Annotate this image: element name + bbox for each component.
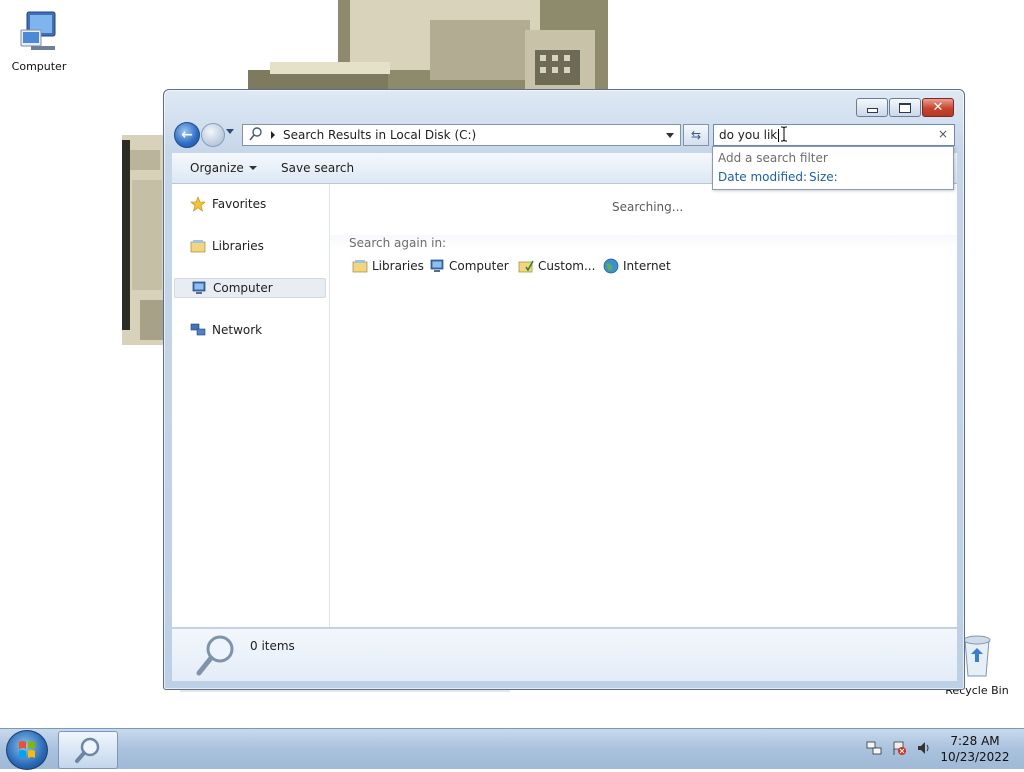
libraries-icon — [352, 258, 368, 274]
filter-size[interactable]: Size: — [809, 170, 838, 184]
refresh-button[interactable]: ⇆ — [683, 124, 709, 146]
search-again-item-label: Custom... — [538, 259, 596, 273]
search-magnifier-icon — [75, 737, 100, 763]
clock-time: 7:28 AM — [950, 734, 1000, 748]
star-icon — [190, 196, 206, 212]
close-icon: ✕ — [932, 100, 944, 115]
search-magnifier-icon — [194, 633, 240, 680]
libraries-icon — [190, 238, 206, 254]
back-button[interactable]: ← — [174, 122, 200, 148]
caption-buttons: ✕ — [855, 98, 954, 117]
nav-item-network[interactable]: Network — [190, 322, 262, 338]
navigation-bar: ← Search Results in Local Disk (C:) ⇆ do… — [172, 121, 957, 149]
taskbar-explorer-search-button[interactable] — [58, 731, 118, 769]
search-again-item-label: Libraries — [372, 259, 424, 273]
search-again-item-label: Computer — [449, 259, 509, 273]
address-dropdown-icon[interactable] — [666, 133, 674, 138]
item-count: 0 items — [250, 639, 295, 653]
search-input-value: do you lik — [719, 128, 778, 142]
results-pane: Searching... Search again in: Libraries … — [330, 184, 957, 627]
taskbar-clock[interactable]: 7:28 AM 10/23/2022 — [940, 733, 1010, 765]
content-area: Favorites Libraries Computer Network Sea… — [172, 184, 957, 627]
close-button[interactable]: ✕ — [922, 98, 954, 117]
nav-item-label: Network — [212, 323, 263, 337]
search-again-item-label: Internet — [623, 259, 671, 273]
search-again-libraries[interactable]: Libraries — [352, 258, 424, 274]
nav-item-label: Favorites — [212, 197, 267, 211]
nav-item-label: Libraries — [212, 239, 264, 253]
maximize-icon — [899, 102, 911, 113]
save-search-button[interactable]: Save search — [281, 161, 354, 175]
desktop-icon-computer[interactable]: Computer — [4, 10, 74, 73]
nav-item-label: Computer — [213, 281, 273, 295]
globe-icon — [603, 258, 619, 274]
system-tray — [866, 740, 941, 759]
computer-icon — [4, 10, 74, 57]
recent-pages-dropdown[interactable] — [226, 129, 234, 134]
taskbar: 7:28 AM 10/23/2022 — [0, 728, 1024, 770]
breadcrumb-arrow-icon[interactable] — [271, 131, 275, 139]
clear-search-button[interactable]: × — [938, 127, 948, 141]
nav-item-libraries[interactable]: Libraries — [190, 238, 264, 254]
start-button[interactable] — [6, 730, 48, 770]
text-cursor-icon — [781, 126, 787, 142]
search-again-computer[interactable]: Computer — [429, 258, 509, 274]
nav-item-favorites[interactable]: Favorites — [190, 196, 266, 212]
organize-button[interactable]: Organize — [190, 161, 257, 175]
maximize-button[interactable] — [889, 98, 921, 117]
filter-date-modified[interactable]: Date modified: — [718, 170, 807, 184]
desktop-icon-label: Computer — [11, 60, 67, 73]
organize-label: Organize — [190, 161, 244, 175]
nav-item-computer[interactable]: Computer — [174, 278, 326, 298]
chevron-down-icon — [248, 166, 257, 170]
search-again-custom[interactable]: Custom... — [518, 258, 595, 274]
custom-folder-icon — [518, 258, 534, 274]
search-again-label: Search again in: — [349, 236, 447, 250]
action-center-flag-icon[interactable] — [891, 740, 907, 759]
refresh-icon: ⇆ — [690, 128, 702, 142]
clock-date: 10/23/2022 — [940, 750, 1010, 764]
forward-button[interactable] — [201, 123, 225, 147]
minimize-button[interactable] — [856, 98, 888, 117]
volume-icon[interactable] — [916, 740, 932, 759]
navigation-pane: Favorites Libraries Computer Network — [172, 184, 330, 627]
search-again-internet[interactable]: Internet — [603, 258, 671, 274]
computer-icon — [191, 280, 207, 296]
search-status: Searching... — [612, 200, 684, 214]
network-icon — [190, 322, 206, 338]
back-arrow-icon: ← — [181, 127, 193, 143]
search-filter-dropdown: Add a search filter Date modified: Size: — [712, 146, 954, 190]
search-filter-hint: Add a search filter — [718, 151, 828, 165]
minimize-icon — [866, 108, 878, 113]
computer-icon — [429, 258, 445, 274]
address-bar[interactable]: Search Results in Local Disk (C:) — [242, 124, 681, 146]
search-input[interactable]: do you lik × — [713, 124, 955, 146]
windows-logo-icon — [19, 741, 35, 758]
search-icon — [249, 126, 263, 144]
network-tray-icon[interactable] — [866, 740, 882, 759]
details-pane: 0 items — [172, 628, 957, 681]
breadcrumb[interactable]: Search Results in Local Disk (C:) — [283, 128, 476, 142]
